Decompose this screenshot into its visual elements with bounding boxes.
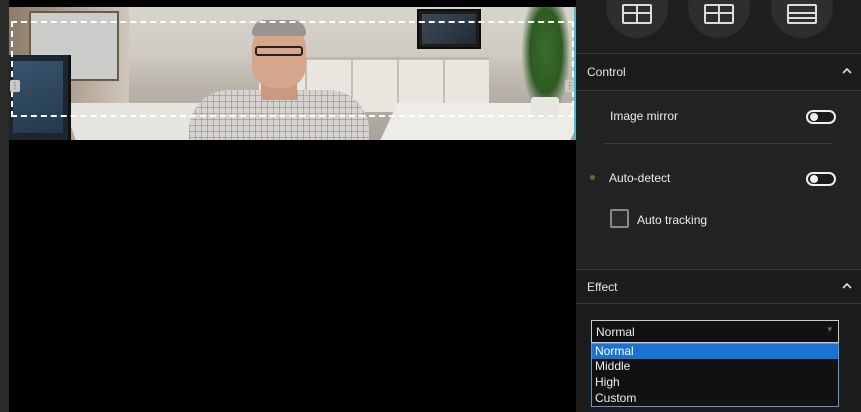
chevron-down-icon: ▾ bbox=[827, 324, 832, 334]
auto-tracking-checkbox[interactable] bbox=[610, 209, 629, 228]
effect-section-header[interactable]: Effect bbox=[576, 270, 861, 304]
crop-region-box[interactable]: ⋮ ⋮ bbox=[10, 21, 575, 117]
layout-split-icon bbox=[704, 4, 734, 24]
crop-handle-left[interactable]: ⋮ bbox=[10, 80, 20, 92]
chevron-up-icon[interactable] bbox=[841, 65, 853, 77]
auto-detect-indicator bbox=[590, 175, 595, 180]
auto-detect-toggle[interactable] bbox=[806, 172, 836, 186]
effect-option-high[interactable]: High bbox=[592, 375, 838, 390]
video-area: ⋮ ⋮ bbox=[0, 0, 576, 412]
control-header-label: Control bbox=[587, 65, 626, 79]
control-divider bbox=[604, 143, 832, 144]
image-mirror-label: Image mirror bbox=[610, 109, 679, 123]
auto-detect-label: Auto-detect bbox=[609, 171, 671, 185]
layout-row bbox=[576, 0, 861, 54]
effect-option-normal[interactable]: Normal bbox=[592, 344, 838, 359]
chevron-up-icon[interactable] bbox=[841, 280, 853, 292]
effect-dropdown-list: Normal Middle High Custom bbox=[591, 343, 839, 407]
layout-button-2[interactable] bbox=[688, 0, 750, 38]
left-edge-strip bbox=[0, 0, 9, 412]
layout-split-icon bbox=[622, 4, 652, 24]
auto-tracking-label: Auto tracking bbox=[637, 213, 708, 227]
layout-button-3[interactable] bbox=[771, 0, 833, 38]
effect-select-value: Normal bbox=[596, 325, 635, 339]
effect-select[interactable]: Normal ▾ bbox=[591, 320, 839, 343]
image-mirror-toggle[interactable] bbox=[806, 110, 836, 124]
layout-grid-icon bbox=[787, 4, 817, 24]
effect-option-middle[interactable]: Middle bbox=[592, 359, 838, 374]
layout-button-1[interactable] bbox=[606, 0, 668, 38]
effect-header-label: Effect bbox=[587, 280, 618, 294]
control-section-header[interactable]: Control bbox=[576, 55, 861, 91]
effect-option-custom[interactable]: Custom bbox=[592, 391, 838, 406]
